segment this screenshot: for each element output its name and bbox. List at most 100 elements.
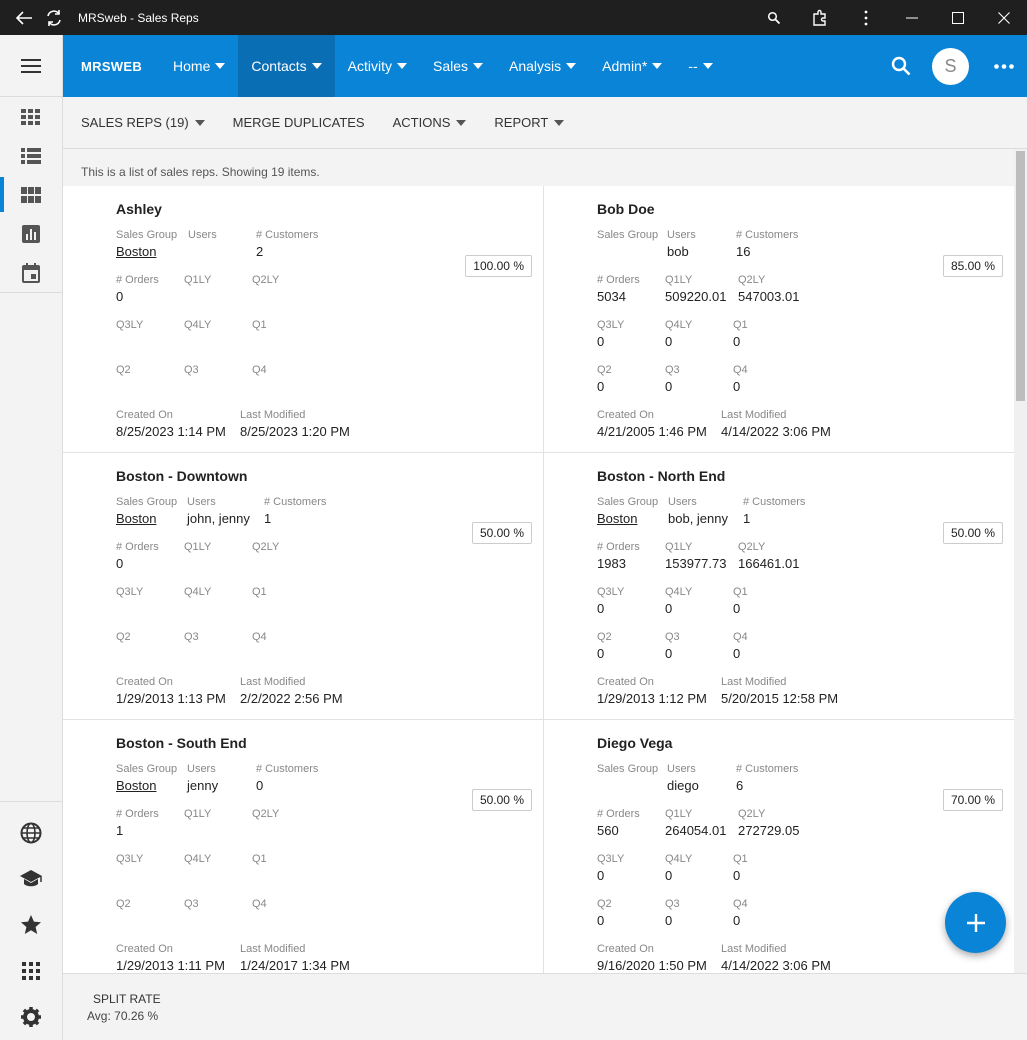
back-arrow-icon[interactable] bbox=[12, 0, 36, 35]
split-rate-badge: 50.00 % bbox=[942, 522, 1003, 544]
customers-value: 1 bbox=[264, 511, 272, 526]
search-icon[interactable] bbox=[884, 35, 918, 97]
sales-rep-card[interactable]: Bob Doe Sales Group Users bob # Customers… bbox=[544, 186, 1014, 453]
add-button[interactable] bbox=[945, 892, 1006, 953]
chart-view-icon[interactable] bbox=[0, 214, 62, 253]
q2-label: Q2 bbox=[116, 631, 131, 643]
minimize-icon[interactable] bbox=[889, 0, 935, 35]
q4-label: Q4 bbox=[252, 631, 267, 643]
q1ly-value: 509220.01 bbox=[665, 289, 727, 304]
graduation-cap-icon[interactable] bbox=[0, 856, 62, 902]
actions-dropdown[interactable]: ACTIONS bbox=[393, 115, 467, 130]
q3ly-value: 0 bbox=[597, 601, 605, 616]
sales-rep-card[interactable]: Diego Vega Sales Group Users diego # Cust… bbox=[544, 720, 1014, 973]
chevron-down-icon bbox=[652, 63, 663, 69]
grid-view-icon[interactable] bbox=[0, 97, 62, 136]
customers-value: 0 bbox=[256, 778, 264, 793]
q1-label: Q1 bbox=[252, 586, 267, 598]
sales-reps-dropdown[interactable]: SALES REPS (19) bbox=[81, 115, 205, 130]
nav-contacts[interactable]: Contacts bbox=[238, 35, 335, 97]
q4-label: Q4 bbox=[733, 898, 748, 910]
last-modified-value: 4/14/2022 3:06 PM bbox=[721, 958, 831, 973]
vertical-scrollbar[interactable] bbox=[1014, 149, 1027, 973]
sales-group-link[interactable]: Boston bbox=[116, 244, 188, 260]
merge-duplicates-button[interactable]: MERGE DUPLICATES bbox=[233, 115, 365, 130]
window-title-bar: MRSweb - Sales Reps bbox=[0, 0, 1027, 35]
scrollbar-thumb[interactable] bbox=[1016, 151, 1025, 401]
q1ly-value: 264054.01 bbox=[665, 823, 727, 838]
calendar-view-icon[interactable] bbox=[0, 253, 62, 292]
last-modified-label: Last Modified bbox=[240, 409, 306, 421]
q3-value: 0 bbox=[665, 913, 673, 928]
q2ly-label: Q2LY bbox=[252, 808, 280, 820]
users-value: bob, jenny bbox=[668, 511, 728, 526]
chevron-down-icon bbox=[554, 119, 565, 126]
customers-label: # Customers bbox=[256, 763, 319, 775]
list-view-icon[interactable] bbox=[0, 136, 62, 175]
sales-group-label: Sales Group bbox=[597, 763, 659, 775]
nav-more-dash[interactable]: -- bbox=[675, 35, 725, 97]
zoom-icon[interactable] bbox=[751, 0, 797, 35]
more-options-icon[interactable] bbox=[981, 35, 1027, 97]
sales-rep-card[interactable]: Boston - South End Sales Group Boston Use… bbox=[63, 720, 544, 973]
users-label: Users bbox=[668, 496, 697, 508]
orders-label: # Orders bbox=[597, 541, 640, 553]
q2ly-label: Q2LY bbox=[738, 274, 766, 286]
maximize-icon[interactable] bbox=[935, 0, 981, 35]
q3-label: Q3 bbox=[665, 898, 680, 910]
q4ly-label: Q4LY bbox=[665, 586, 693, 598]
nav-home[interactable]: Home bbox=[160, 35, 238, 97]
q1-label: Q1 bbox=[733, 319, 748, 331]
globe-icon[interactable] bbox=[0, 810, 62, 856]
rep-name[interactable]: Bob Doe bbox=[597, 201, 1014, 217]
users-label: Users bbox=[187, 496, 216, 508]
q4ly-label: Q4LY bbox=[665, 853, 693, 865]
close-icon[interactable] bbox=[981, 0, 1027, 35]
users-label: Users bbox=[667, 763, 696, 775]
card-view-icon[interactable] bbox=[0, 175, 62, 214]
settings-gear-icon[interactable] bbox=[0, 994, 62, 1040]
users-value: jenny bbox=[187, 778, 219, 793]
q2-value: 0 bbox=[597, 646, 605, 661]
last-modified-label: Last Modified bbox=[721, 676, 787, 688]
orders-value: 0 bbox=[116, 556, 124, 571]
customers-label: # Customers bbox=[743, 496, 806, 508]
star-icon[interactable] bbox=[0, 902, 62, 948]
orders-label: # Orders bbox=[116, 808, 159, 820]
rep-name[interactable]: Boston - North End bbox=[597, 468, 1014, 484]
last-modified-label: Last Modified bbox=[240, 943, 306, 955]
window-more-icon[interactable] bbox=[843, 0, 889, 35]
brand-logo[interactable]: MRSWEB bbox=[63, 59, 160, 74]
q1ly-label: Q1LY bbox=[665, 541, 693, 553]
created-on-value: 1/29/2013 1:12 PM bbox=[597, 691, 707, 706]
last-modified-label: Last Modified bbox=[721, 409, 787, 421]
hamburger-menu-icon[interactable] bbox=[0, 35, 62, 97]
nav-analysis[interactable]: Analysis bbox=[496, 35, 589, 97]
last-modified-value: 5/20/2015 12:58 PM bbox=[721, 691, 839, 706]
card-grid: Ashley Sales Group Boston Users # Custome… bbox=[63, 186, 1014, 973]
nav-sales[interactable]: Sales bbox=[420, 35, 496, 97]
rep-name[interactable]: Ashley bbox=[116, 201, 543, 217]
nav-admin[interactable]: Admin* bbox=[589, 35, 675, 97]
orders-label: # Orders bbox=[597, 274, 640, 286]
orders-label: # Orders bbox=[597, 808, 640, 820]
rep-name[interactable]: Boston - South End bbox=[116, 735, 543, 751]
sales-group-link[interactable]: Boston bbox=[116, 511, 187, 527]
extensions-icon[interactable] bbox=[797, 0, 843, 35]
customers-value: 1 bbox=[743, 511, 751, 526]
report-dropdown[interactable]: REPORT bbox=[494, 115, 565, 130]
rep-name[interactable]: Boston - Downtown bbox=[116, 468, 543, 484]
rep-name[interactable]: Diego Vega bbox=[597, 735, 1014, 751]
refresh-icon[interactable] bbox=[42, 0, 66, 35]
created-on-value: 1/29/2013 1:11 PM bbox=[116, 958, 225, 973]
sales-rep-card[interactable]: Boston - Downtown Sales Group Boston User… bbox=[63, 453, 544, 720]
sales-group-link[interactable]: Boston bbox=[597, 511, 668, 527]
avatar[interactable]: S bbox=[932, 47, 969, 85]
sales-group-link[interactable]: Boston bbox=[116, 778, 187, 794]
nav-activity[interactable]: Activity bbox=[335, 35, 420, 97]
split-rate-badge: 50.00 % bbox=[471, 522, 532, 544]
sales-rep-card[interactable]: Ashley Sales Group Boston Users # Custome… bbox=[63, 186, 544, 453]
window-title: MRSweb - Sales Reps bbox=[78, 10, 199, 25]
sales-rep-card[interactable]: Boston - North End Sales Group Boston Use… bbox=[544, 453, 1014, 720]
apps-grid-icon[interactable] bbox=[0, 948, 62, 994]
